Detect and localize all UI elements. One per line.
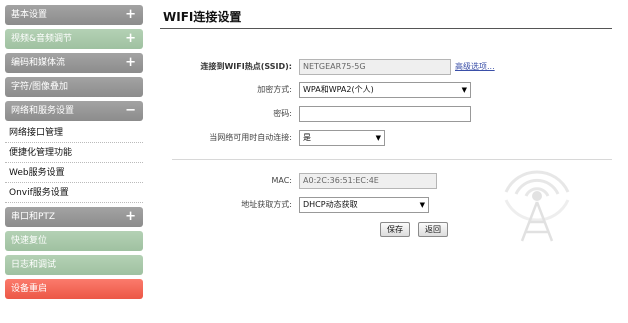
sidebar-item-network-services[interactable]: 网络和服务设置 − (5, 101, 143, 121)
password-field[interactable] (299, 106, 471, 122)
sidebar-item-label: 串口和PTZ (11, 212, 56, 222)
auto-connect-select[interactable]: 是 ▼ (299, 130, 385, 146)
sidebar-item-label: 编码和媒体流 (11, 58, 66, 68)
mac-label: MAC: (271, 176, 292, 185)
expand-icon: + (125, 31, 136, 46)
address-mode-select[interactable]: DHCP动态获取 ▼ (299, 197, 429, 213)
submenu-item-network-interface[interactable]: 网络接口管理 (5, 123, 143, 143)
sidebar-item-encoding-streams[interactable]: 编码和媒体流 + (5, 53, 143, 73)
encryption-value: WPA和WPA2(个人) (303, 85, 374, 94)
encryption-label: 加密方式: (257, 85, 292, 94)
sidebar-item-label: 日志和调试 (11, 260, 57, 270)
password-label: 密码: (273, 109, 292, 118)
auto-connect-label: 当网络可用时自动连接: (209, 133, 292, 142)
page-title: WIFI连接设置 (163, 10, 242, 24)
sidebar-item-label: 网络和服务设置 (11, 106, 75, 116)
auto-connect-value: 是 (303, 133, 311, 142)
sidebar-item-basic-settings[interactable]: 基本设置 + (5, 5, 143, 25)
chevron-down-icon: ▼ (461, 86, 467, 94)
submenu-item-onvif-service[interactable]: Onvif服务设置 (5, 183, 143, 203)
mac-field: A0:2C:36:51:EC:4E (299, 173, 437, 189)
sidebar-item-label: 字符/图像叠加 (11, 82, 69, 92)
address-mode-label: 地址获取方式: (241, 200, 292, 209)
network-submenu: 网络接口管理 便捷化管理功能 Web服务设置 Onvif服务设置 (5, 123, 143, 203)
sidebar-item-log-debug[interactable]: 日志和调试 (5, 255, 143, 275)
expand-icon: + (125, 7, 136, 22)
sidebar-item-label: 设备重启 (11, 284, 48, 294)
ssid-label: 连接到WIFI热点(SSID): (200, 62, 292, 71)
chevron-down-icon: ▼ (375, 134, 381, 142)
sidebar-item-osd-overlay[interactable]: 字符/图像叠加 (5, 77, 143, 97)
sidebar-item-device-reboot[interactable]: 设备重启 (5, 279, 143, 299)
sidebar-item-video-audio[interactable]: 视频&音频调节 + (5, 29, 143, 49)
sidebar-item-label: 快速复位 (11, 236, 48, 246)
save-button[interactable]: 保存 (380, 222, 410, 237)
sidebar-item-label: 基本设置 (11, 10, 48, 20)
submenu-item-convenient-management[interactable]: 便捷化管理功能 (5, 143, 143, 163)
ssid-field[interactable]: NETGEAR75-5G (299, 59, 451, 75)
section-divider (172, 159, 612, 160)
chevron-down-icon: ▼ (419, 201, 425, 209)
sidebar-item-serial-ptz[interactable]: 串口和PTZ + (5, 207, 143, 227)
address-mode-value: DHCP动态获取 (303, 200, 358, 209)
sidebar-item-quick-reset[interactable]: 快速复位 (5, 231, 143, 251)
title-divider (160, 28, 612, 29)
back-button[interactable]: 返回 (418, 222, 448, 237)
sidebar: 基本设置 + 视频&音频调节 + 编码和媒体流 + 字符/图像叠加 网络和服务设… (5, 5, 143, 303)
encryption-select[interactable]: WPA和WPA2(个人) ▼ (299, 82, 471, 98)
wifi-settings-page: 基本设置 + 视频&音频调节 + 编码和媒体流 + 字符/图像叠加 网络和服务设… (0, 0, 628, 323)
advanced-options-link[interactable]: 高级选项... (455, 59, 495, 75)
wifi-tower-icon (504, 170, 570, 242)
submenu-item-web-service[interactable]: Web服务设置 (5, 163, 143, 183)
sidebar-item-label: 视频&音频调节 (11, 34, 73, 44)
